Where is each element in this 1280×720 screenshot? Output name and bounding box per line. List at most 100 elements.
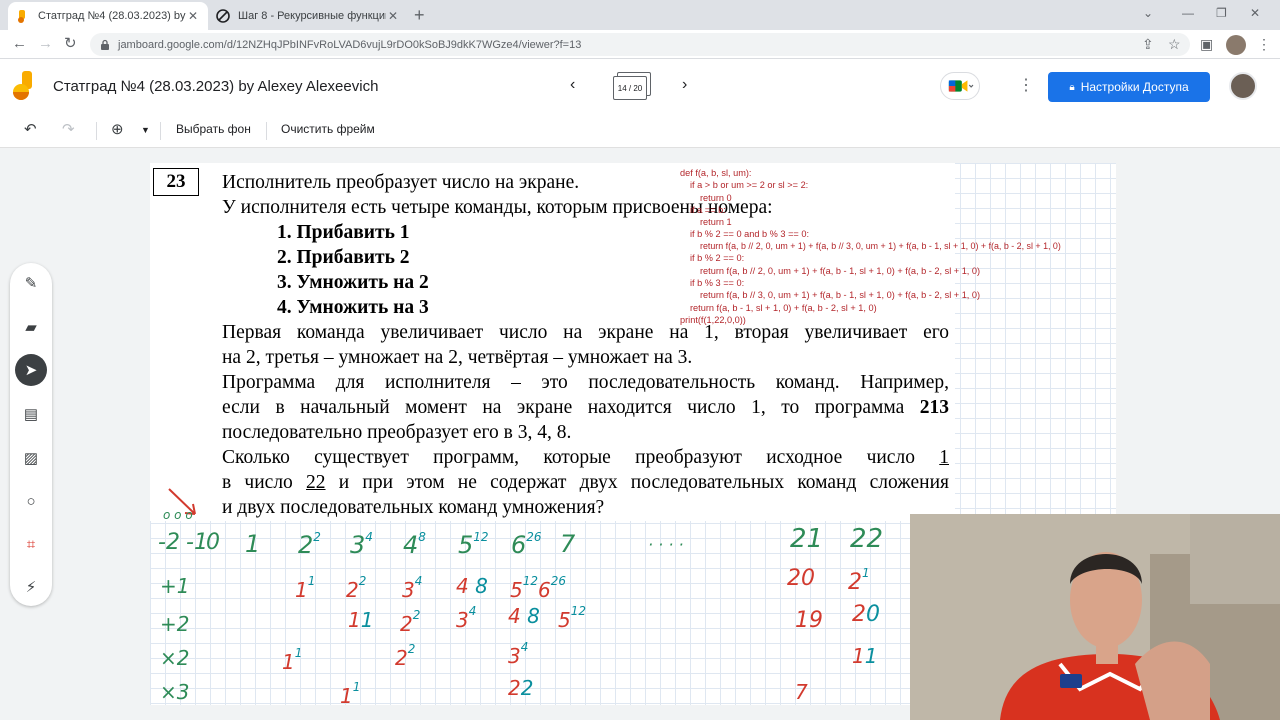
code-line: if b % 2 == 0: — [690, 253, 745, 263]
count: 8 — [418, 530, 426, 544]
handwritten-number: -2 — [158, 530, 180, 555]
back-arrow-icon[interactable]: ← — [12, 35, 27, 53]
question-line: и двух последовательных команд умножения… — [222, 497, 605, 518]
handwritten-number: 626 — [511, 530, 542, 559]
jamboard-favicon-icon — [18, 10, 25, 23]
handwritten-number: 512626 — [510, 574, 567, 602]
code-line: return f(a, b // 2, 0, um + 1) + f(a, b … — [700, 266, 981, 276]
problem-line: если в начальный момент на экране находи… — [222, 397, 949, 419]
row-label: +2 — [160, 612, 190, 636]
code-line: if b % 3 == 0: — [690, 278, 745, 288]
tab-title: Шаг 8 - Рекурсивные функции — [238, 10, 386, 22]
code-line: if a > b or um >= 2 or sl >= 2: — [690, 180, 809, 190]
set-background-button[interactable]: Выбрать фон — [176, 122, 251, 136]
value: 6 — [511, 531, 527, 559]
undo-icon[interactable]: ↶ — [24, 120, 37, 138]
browser-tab-active[interactable]: Статград №4 (28.03.2023) by Ale ✕ — [8, 2, 208, 30]
handwritten-number: 48 — [403, 530, 426, 559]
tools-rail: ✎ ▰ ➤ ▤ ▨ ○ ⌗ ⚡︎ — [10, 263, 52, 606]
previous-frame-chevron-icon[interactable]: ‹ — [570, 76, 575, 94]
count: 26 — [526, 530, 542, 544]
bookmark-star-icon[interactable]: ☆ — [1168, 36, 1181, 53]
handwritten-dots: o o o — [163, 508, 193, 522]
side-panel-icon[interactable]: ▣ — [1200, 36, 1213, 53]
zoom-dropdown-arrow-icon[interactable]: ▼ — [141, 125, 150, 135]
meet-camera-icon — [948, 80, 974, 92]
image-tool-icon[interactable]: ▨ — [15, 442, 47, 474]
problem-line: Первая команда увеличивает число на экра… — [222, 322, 949, 343]
new-tab-plus-icon[interactable]: + — [414, 6, 425, 24]
start-number: 1 — [939, 447, 949, 468]
share-page-icon[interactable]: ⇪ — [1142, 36, 1154, 53]
meet-button[interactable] — [940, 72, 980, 100]
value: 3 — [350, 531, 366, 559]
forward-arrow-icon[interactable]: → — [38, 35, 53, 53]
count: 4 — [365, 530, 373, 544]
program-example: 213 — [919, 397, 949, 418]
row-label: ×3 — [160, 680, 190, 704]
problem-line: Исполнитель преобразует число на экране. — [222, 172, 580, 193]
handwritten-number: 20 — [787, 566, 815, 591]
minimize-icon[interactable]: — — [1182, 6, 1194, 20]
share-button[interactable]: 🔒︎ Настройки Доступа — [1048, 72, 1210, 102]
handwritten-number: 512 — [558, 604, 587, 632]
url-text: jamboard.google.com/d/12NZHqJPbINFvRoLVA… — [118, 38, 582, 51]
browser-tab-inactive[interactable]: Шаг 8 - Рекурсивные функции ✕ — [208, 2, 408, 30]
clear-frame-button[interactable]: Очистить фрейм — [281, 122, 375, 136]
command-item: 2. Прибавить 2 — [277, 247, 410, 268]
select-tool-icon[interactable]: ➤ — [15, 354, 47, 386]
frame-bar-toggle[interactable]: 14 / 20 — [613, 72, 653, 102]
jamboard-toolbar: ↶ ↷ ⊕ ▼ Выбрать фон Очистить фрейм — [0, 114, 1280, 148]
command-item: 4. Умножить на 3 — [277, 297, 429, 318]
redo-icon[interactable]: ↷ — [62, 120, 75, 138]
jam-title[interactable]: Статград №4 (28.03.2023) by Alexey Alexe… — [53, 78, 378, 95]
handwritten-number: 22 — [298, 530, 321, 559]
text-run: Сколько существует программ, которые пре… — [222, 447, 940, 468]
laser-tool-icon[interactable]: ⚡︎ — [15, 571, 47, 603]
text-run: если в начальный момент на экране находи… — [222, 397, 920, 418]
circle-shape-tool-icon[interactable]: ○ — [15, 485, 47, 517]
handwritten-number: 1 — [245, 530, 261, 558]
pen-tool-icon[interactable]: ✎ — [15, 267, 47, 299]
zoom-icon[interactable]: ⊕ — [111, 120, 124, 138]
handwritten-number: 22 — [508, 676, 534, 700]
close-tab-icon[interactable]: ✕ — [186, 9, 200, 23]
code-line: if b % 2 == 0 and b % 3 == 0: — [690, 229, 810, 239]
handwritten-number: 11 — [282, 646, 303, 674]
url-field[interactable]: jamboard.google.com/d/12NZHqJPbINFvRoLVA… — [90, 33, 1190, 56]
row-label: ×2 — [160, 646, 190, 670]
reload-icon[interactable]: ↻ — [64, 35, 77, 53]
account-avatar[interactable] — [1229, 72, 1257, 100]
handwritten-number: 34 — [402, 574, 423, 602]
text-run: и при этом не содержат двух последовател… — [325, 472, 949, 493]
handwritten-number: 22 — [850, 524, 884, 554]
maximize-icon[interactable]: ❐ — [1216, 6, 1227, 20]
chevron-down-icon[interactable]: ⌄ — [1143, 6, 1153, 20]
handwritten-number: 34 — [508, 640, 529, 668]
handwritten-number: 7 — [560, 530, 576, 558]
handwritten-number: 11 — [852, 644, 878, 668]
count: 12 — [473, 530, 489, 544]
site-favicon-icon — [216, 9, 230, 23]
value: 5 — [458, 531, 474, 559]
sticky-note-tool-icon[interactable]: ▤ — [15, 398, 47, 430]
handwritten-number: 4 8 — [456, 574, 488, 598]
text-run: в число — [222, 472, 307, 493]
handwritten-number: 34 — [456, 604, 477, 632]
close-tab-icon[interactable]: ✕ — [386, 9, 400, 23]
question-line: в число 22 и при этом не содержат двух п… — [222, 472, 949, 494]
jamboard-logo-icon — [13, 71, 32, 100]
code-line: return f(a, b // 2, 0, um + 1) + f(a, b … — [700, 241, 1061, 251]
eraser-tool-icon[interactable]: ▰ — [15, 311, 47, 343]
code-line: def f(a, b, sl, um): — [680, 168, 752, 178]
close-window-icon[interactable]: ✕ — [1250, 6, 1260, 20]
text-box-tool-icon[interactable]: ⌗ — [15, 528, 47, 560]
browser-menu-icon[interactable]: ⋮ — [1257, 36, 1271, 53]
browser-profile-avatar[interactable] — [1226, 35, 1246, 55]
presenter-video-image — [910, 514, 1280, 720]
target-number: 22 — [306, 472, 326, 493]
more-options-icon[interactable]: ⋮ — [1018, 75, 1034, 95]
next-frame-chevron-icon[interactable]: › — [682, 76, 687, 94]
problem-number: 23 — [153, 168, 199, 196]
handwritten-number: 22 — [395, 642, 416, 670]
